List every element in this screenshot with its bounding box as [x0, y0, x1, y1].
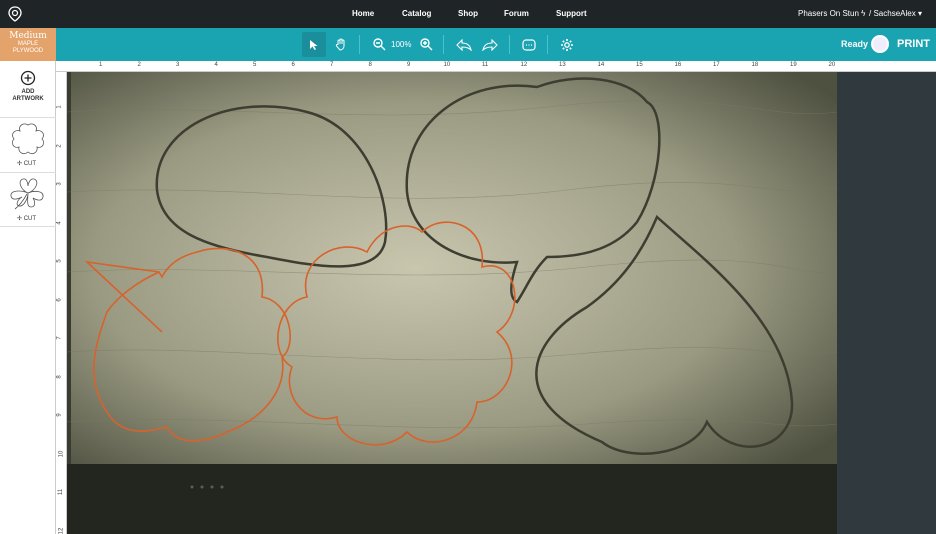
- material-selector[interactable]: Medium MAPLE PLYWOOD: [0, 28, 56, 61]
- ruler-tick-label: 2: [137, 62, 141, 68]
- undo-button[interactable]: [452, 32, 476, 57]
- ruler-tick-label: 13: [559, 62, 566, 68]
- plus-circle-icon: [20, 70, 36, 86]
- ruler-tick-label: 16: [674, 62, 682, 68]
- ruler-tick-label: 11: [482, 62, 489, 68]
- print-button[interactable]: PRINT: [897, 38, 930, 50]
- add-artwork-label-1: ADD: [21, 89, 35, 95]
- pan-tool-button[interactable]: [329, 32, 353, 57]
- ruler-tick-label: 9: [56, 413, 63, 417]
- ruler-tick-label: 15: [636, 62, 643, 68]
- redo-button[interactable]: [478, 32, 502, 57]
- material-name-line2: PLYWOOD: [12, 48, 44, 54]
- laser-icon: ✢: [17, 216, 23, 222]
- top-navigation: Home Catalog Shop Forum Support Phasers …: [0, 0, 936, 28]
- ruler-tick-label: 6: [56, 297, 63, 302]
- gear-icon: [561, 38, 573, 51]
- nav-shop-link[interactable]: Shop: [458, 9, 478, 18]
- zoom-out-icon: [372, 38, 385, 51]
- nav-home-link[interactable]: Home: [352, 9, 374, 18]
- status-indicator-icon: [871, 35, 889, 53]
- zoom-in-button[interactable]: [415, 32, 437, 57]
- undo-icon: [456, 38, 472, 51]
- chevron-down-icon: ▾: [917, 9, 922, 18]
- lightning-icon: ϟ: [861, 9, 866, 18]
- select-tool-button[interactable]: [302, 32, 326, 57]
- cursor-icon: [310, 39, 318, 50]
- ruler-tick-label: 3: [176, 62, 180, 68]
- ruler-tick-label: 11: [58, 488, 65, 496]
- zoom-level: 100%: [391, 40, 412, 49]
- ruler-tick-label: 12: [58, 527, 65, 534]
- ruler-tick-label: 4: [214, 62, 218, 68]
- ruler-tick-label: 9: [407, 62, 411, 68]
- ruler-tick-label: 17: [713, 62, 720, 68]
- ruler-horizontal: 1 2 3 4 5 6 7 8 9 10 11 12 13 14 15 16 17 18 19 20: [56, 61, 936, 72]
- bed-margin: [837, 72, 936, 534]
- device-name[interactable]: Phasers On Stun ϟ: [798, 9, 865, 18]
- toolbar-divider: [547, 35, 548, 54]
- ruler-tick-label: 8: [368, 62, 372, 68]
- redo-icon: [482, 38, 498, 51]
- ruler-tick-label: 2: [56, 143, 63, 148]
- toolbar-divider: [509, 35, 510, 54]
- ruler-tick-label: 1: [56, 105, 63, 109]
- ruler-tick-label: 5: [253, 62, 257, 68]
- ruler-tick-label: 6: [291, 62, 295, 68]
- preview-icon: [522, 38, 536, 51]
- ruler-tick-label: 12: [520, 62, 528, 68]
- ruler-tick-label: 4: [56, 220, 63, 225]
- add-artwork-button[interactable]: ADD ARTWORK: [0, 70, 56, 103]
- ruler-tick-label: 8: [56, 374, 63, 379]
- cut-operation-label: ✢ CUT: [17, 216, 37, 222]
- user-menu[interactable]: / SachseAlex ▾: [869, 9, 922, 18]
- ruler-vertical: 1 2 3 4 5 6 7 8 9 10 11 12: [56, 72, 67, 534]
- settings-button[interactable]: [556, 32, 578, 57]
- cut-operation-label: ✢ CUT: [17, 161, 37, 167]
- ruler-tick-label: 19: [790, 62, 797, 68]
- nav-forum-link[interactable]: Forum: [504, 9, 529, 18]
- shamrock-shape-thumbnail: [10, 178, 44, 210]
- material-name-line1: MAPLE: [17, 41, 39, 47]
- ruler-tick-label: 5: [56, 259, 63, 263]
- hand-icon: [335, 38, 345, 51]
- ruler-tick-label: 18: [751, 62, 759, 68]
- artwork-item[interactable]: ✢ CUT: [0, 172, 56, 227]
- ruler-tick-label: 3: [56, 182, 63, 186]
- nav-catalog-link[interactable]: Catalog: [402, 9, 431, 18]
- bed-camera-view[interactable]: [67, 72, 837, 534]
- toolbar-divider: [359, 35, 360, 54]
- laser-icon: ✢: [17, 161, 23, 167]
- ruler-tick-label: 10: [443, 62, 451, 68]
- ruler-tick-label: 10: [58, 450, 65, 457]
- ruler-tick-label: 20: [828, 62, 836, 68]
- artwork-item[interactable]: ✢ CUT: [0, 117, 56, 172]
- preview-button[interactable]: [517, 32, 541, 57]
- zoom-out-button[interactable]: [368, 32, 390, 57]
- ruler-tick-label: 7: [56, 336, 63, 340]
- machine-status: Ready: [841, 39, 869, 49]
- nav-support-link[interactable]: Support: [556, 9, 587, 18]
- toolbar-divider: [443, 35, 444, 54]
- ruler-tick-label: 14: [597, 62, 605, 68]
- add-artwork-label-2: ARTWORK: [12, 96, 44, 102]
- ruler-tick-label: 1: [99, 62, 103, 68]
- glowforge-logo-icon[interactable]: [8, 6, 22, 22]
- material-weight: Medium: [9, 31, 47, 41]
- flower-shape-thumbnail: [11, 123, 45, 155]
- ruler-tick-label: 7: [330, 62, 334, 68]
- zoom-in-icon: [419, 38, 432, 51]
